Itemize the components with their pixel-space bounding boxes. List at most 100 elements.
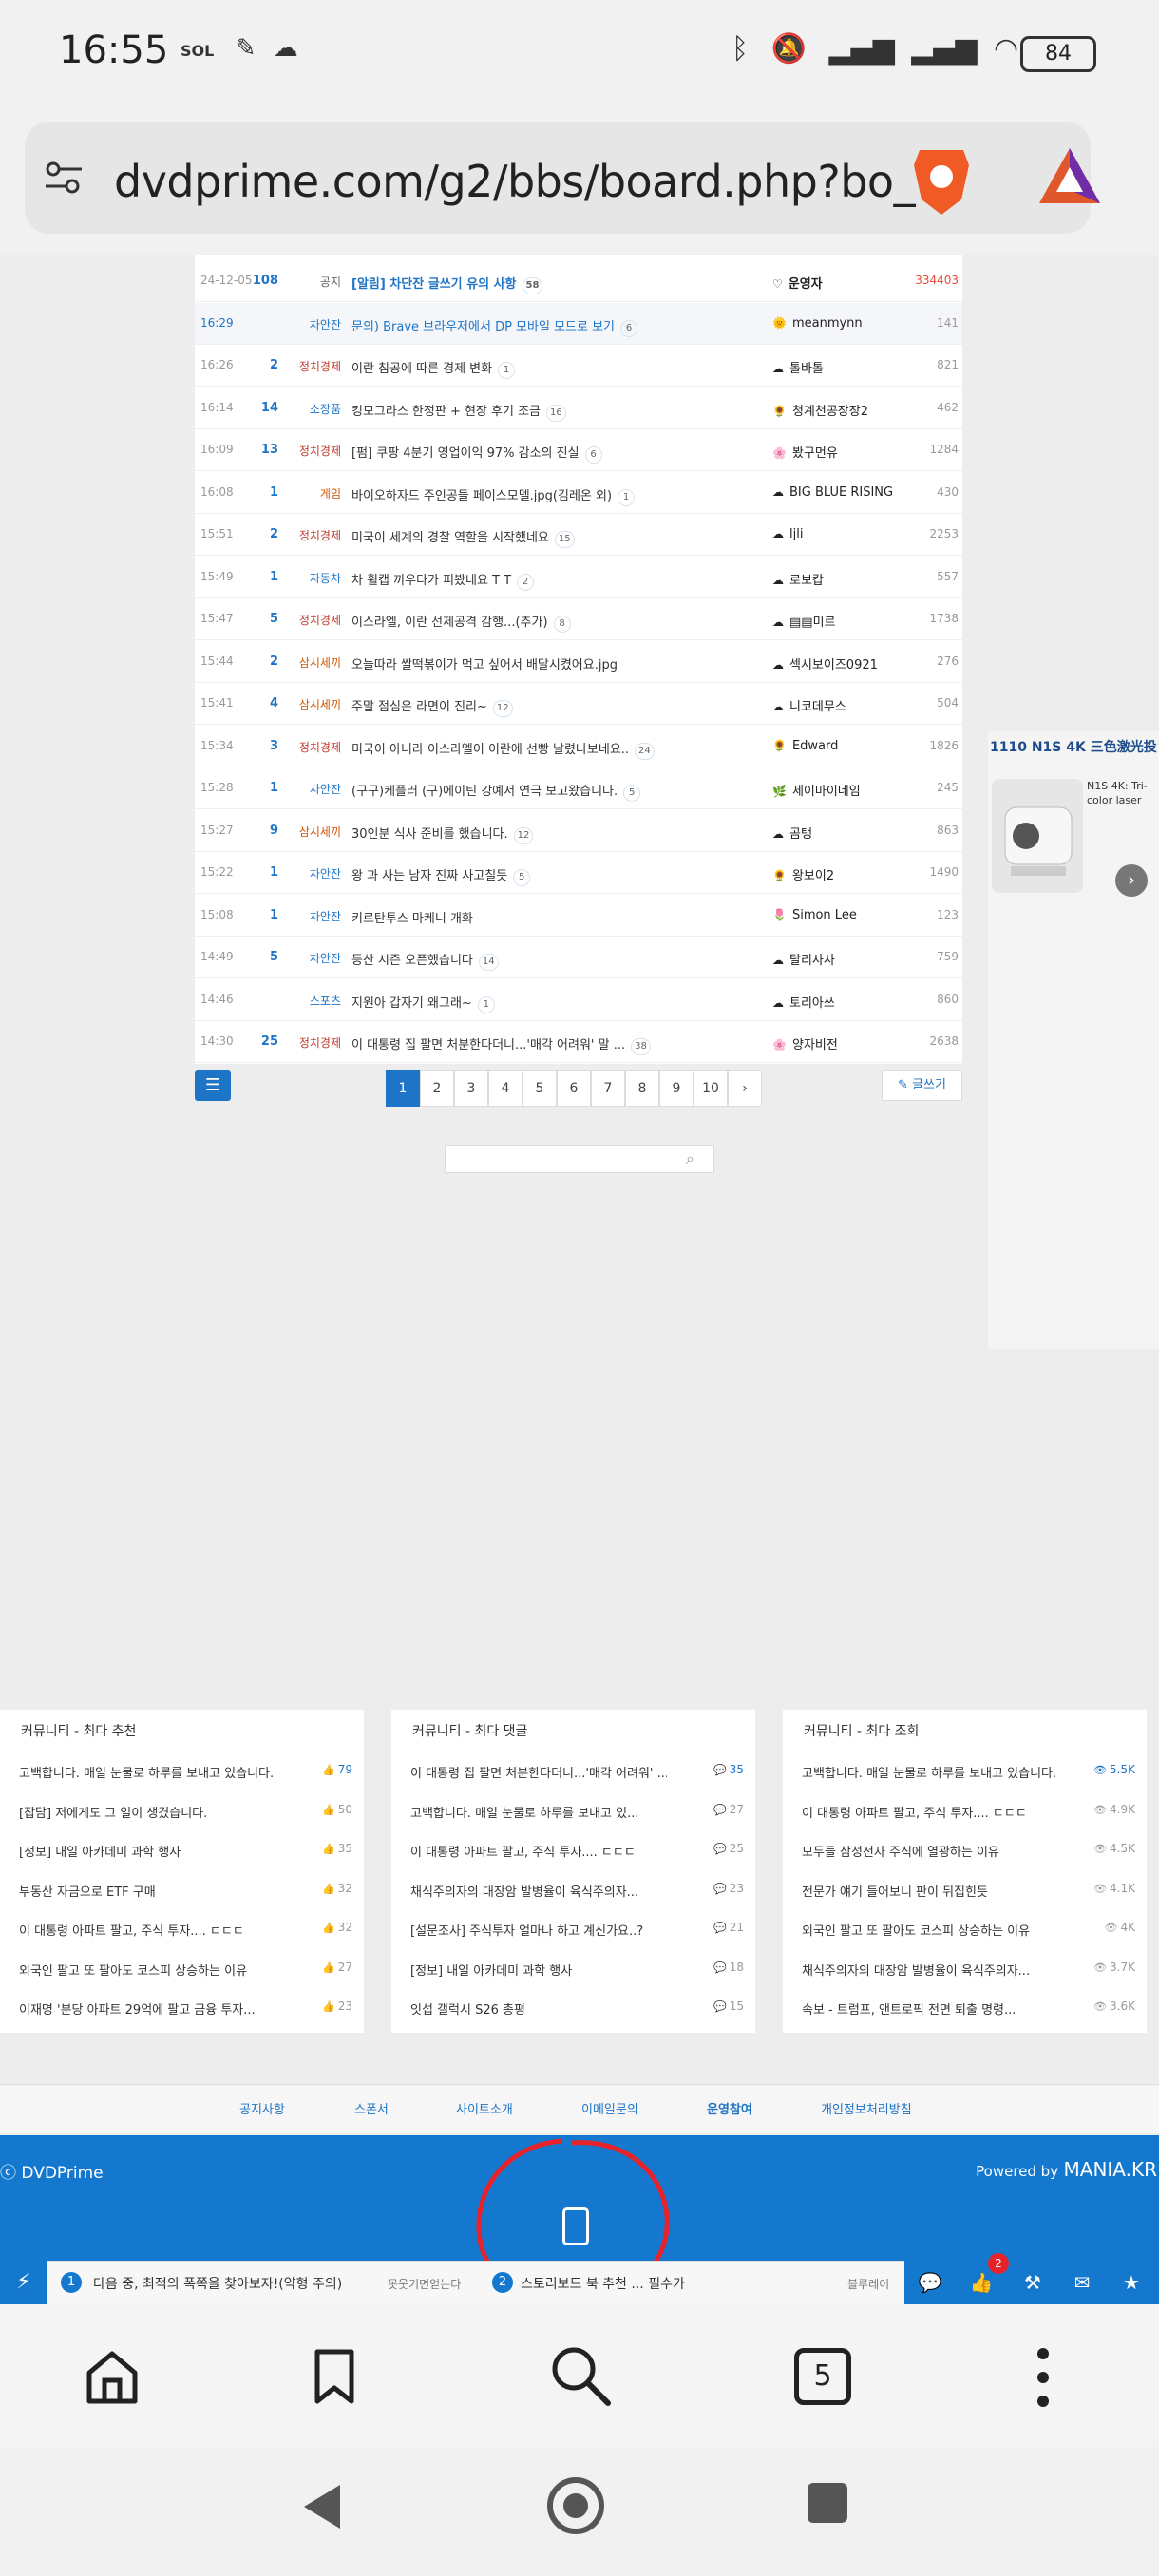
page-link[interactable]: 4	[488, 1070, 522, 1107]
ticker-item-2[interactable]: 스토리보드 북 추천 ... 필수가	[521, 2274, 685, 2293]
post-title[interactable]: 등산 시즌 오픈했습니다 14	[352, 950, 499, 971]
recents-icon[interactable]	[808, 2483, 847, 2523]
lightning-icon[interactable]: ⚡	[0, 2261, 48, 2304]
panel-item-title[interactable]: 이재명 '분당 아파트 29억에 팔고 금융 투자...	[19, 1999, 276, 2017]
brave-rewards-icon[interactable]	[1036, 144, 1104, 207]
panel-item-title[interactable]: 모두들 삼성전자 주식에 열광하는 이유	[802, 1842, 1058, 1860]
post-author[interactable]: 🌿 세이마이네임	[772, 781, 861, 799]
post-row[interactable]: 16:29 차안잔 문의) Brave 브라우저에서 DP 모바일 모드로 보기 6 🌞…	[195, 302, 962, 345]
back-icon[interactable]	[300, 2481, 344, 2536]
panel-item-title[interactable]: 채식주의자의 대장암 발병율이 육식주의자...	[802, 1960, 1058, 1979]
post-author[interactable]: ☁ BIG BLUE RISING	[772, 485, 893, 500]
home-icon[interactable]	[82, 2346, 142, 2407]
author-name[interactable]: 니코데무스	[789, 700, 846, 714]
post-title[interactable]: 주말 점심은 라면이 진리~ 12	[352, 696, 513, 717]
author-name[interactable]: 양자비전	[792, 1038, 838, 1052]
post-author[interactable]: ☁ 로보캅	[772, 570, 824, 588]
page-link[interactable]: 6	[557, 1070, 591, 1107]
page-link[interactable]: 8	[625, 1070, 659, 1107]
author-name[interactable]: 톨바톨	[789, 362, 824, 376]
panel-item-title[interactable]: 고백합니다. 매일 눈물로 하루를 보내고 있습니다.	[19, 1763, 276, 1781]
author-name[interactable]: meanmynn	[792, 316, 863, 331]
panel-item-title[interactable]: [잡담] 저에게도 그 일이 생겼습니다.	[19, 1803, 276, 1821]
tabs-button[interactable]: 5	[794, 2348, 851, 2405]
panel-item-title[interactable]: 이 대통령 집 팔면 처분한다더니...'매각 어려워' ...	[410, 1763, 667, 1781]
panel-item[interactable]: 외국인 팔고 또 팔아도 코스피 상승하는 이유 👁 4K	[783, 1917, 1147, 1956]
browser-search-icon[interactable]	[547, 2342, 614, 2409]
footer-link[interactable]: 사이트소개	[456, 2099, 513, 2117]
author-name[interactable]: 곰탱	[789, 827, 812, 842]
post-title-text[interactable]: 문의) Brave 브라우저에서 DP 모바일 모드로 보기	[352, 320, 615, 334]
post-author[interactable]: 🌻 왕보이2	[772, 865, 834, 883]
panel-item[interactable]: 고백합니다. 매일 눈물로 하루를 보내고 있습니다. 👁 5.5K	[783, 1759, 1147, 1798]
panel-item-title[interactable]: 외국인 팔고 또 팔아도 코스피 상승하는 이유	[802, 1921, 1058, 1939]
url-text[interactable]: dvdprime.com/g2/bbs/board.php?bo_	[114, 156, 916, 207]
post-title[interactable]: 왕 과 사는 남자 진짜 사고칠듯 5	[352, 865, 531, 886]
panel-item[interactable]: 전문가 얘기 들어보니 판이 뒤집힌듯 👁 4.1K	[783, 1878, 1147, 1917]
footer-link[interactable]: 이메일문의	[581, 2099, 638, 2117]
post-author[interactable]: ☁ 곰탱	[772, 824, 812, 842]
author-name[interactable]: ljli	[789, 527, 803, 541]
post-row[interactable]: 14:49 5 차안잔 등산 시즌 오픈했습니다 14 ☁ 탈리사사 759	[195, 937, 962, 978]
panel-item-title[interactable]: 속보 - 트럼프, 앤트로픽 전면 퇴출 명령...	[802, 1999, 1058, 2017]
post-title-text[interactable]: 킹모그라스 한정판 + 현장 후기 조금	[352, 405, 541, 419]
post-title[interactable]: (구구)케플러 (구)에이틴 강예서 연극 보고왔습니다. 5	[352, 781, 641, 802]
panel-item[interactable]: 잇섭 갤럭시 S26 총평 💬 15	[391, 1996, 755, 2035]
site-settings-icon[interactable]	[42, 156, 86, 199]
post-row[interactable]: 16:09 13 정치경제 [펌] 쿠팡 4분기 영업이익 97% 감소의 진실 6 🌸 봤…	[195, 429, 962, 471]
post-author[interactable]: ♡ 운영자	[772, 274, 823, 292]
chat-icon[interactable]: 💬	[916, 2268, 944, 2297]
post-row[interactable]: 15:44 2 삼시세끼 오늘따라 쌀떡볶이가 먹고 싶어서 배달시켰어요.jpg ☁ 섹…	[195, 641, 962, 683]
post-title-text[interactable]: 이 대통령 집 팔면 처분한다더니...'매각 어려워' 말 ...	[352, 1038, 625, 1052]
panel-item[interactable]: 고백합니다. 매일 눈물로 하루를 보내고 있습니다. 👍 79	[0, 1759, 364, 1798]
post-author[interactable]: 🌞 meanmynn	[772, 316, 863, 331]
post-title-text[interactable]: (구구)케플러 (구)에이틴 강예서 연극 보고왔습니다.	[352, 785, 618, 799]
post-author[interactable]: 🌸 양자비전	[772, 1034, 838, 1052]
post-title-text[interactable]: [펌] 쿠팡 4분기 영업이익 97% 감소의 진실	[352, 446, 580, 461]
panel-item[interactable]: 외국인 팔고 또 팔아도 코스피 상승하는 이유 👍 27	[0, 1957, 364, 1996]
star-icon[interactable]: ★	[1117, 2268, 1146, 2297]
panel-item[interactable]: 이 대통령 아파트 팔고, 주식 투자.... ㄷㄷㄷ 👍 32	[0, 1917, 364, 1956]
post-author[interactable]: ☁ 니코데무스	[772, 696, 846, 714]
post-title-text[interactable]: 차 휠캡 끼우다가 피봤네요 T T	[352, 574, 511, 588]
post-author[interactable]: ☁ 토리아쓰	[772, 993, 835, 1011]
post-row[interactable]: 14:46 스포츠 지원아 갑자기 왜그래~ 1 ☁ 토리아쓰 860	[195, 979, 962, 1021]
panel-item[interactable]: 채식주의자의 대장암 발병율이 육식주의자... 💬 23	[391, 1878, 755, 1917]
ticker-item-1[interactable]: 다음 중, 최적의 폭쪽을 찾아보자!(약형 주의)	[93, 2274, 342, 2293]
post-author[interactable]: 🌻 Edward	[772, 739, 838, 753]
gavel-icon[interactable]: ⚒	[1018, 2268, 1047, 2297]
footer-link[interactable]: 개인정보처리방침	[821, 2099, 912, 2117]
post-row[interactable]: 15:34 3 정치경제 미국이 아니라 이스라엘이 이란에 선빵 날렸나보네요.. 2…	[195, 726, 962, 767]
page-link[interactable]: 9	[659, 1070, 694, 1107]
home-system-icon[interactable]	[547, 2477, 604, 2534]
page-link[interactable]: 1	[386, 1070, 420, 1107]
post-title-text[interactable]: 바이오하자드 주인공들 페이스모델.jpg(김레온 외)	[352, 489, 612, 503]
author-name[interactable]: 토리아쓰	[789, 996, 835, 1011]
panel-item-title[interactable]: 채식주의자의 대장암 발병율이 육식주의자...	[410, 1882, 667, 1900]
post-title[interactable]: 지원아 갑자기 왜그래~ 1	[352, 993, 495, 1013]
post-title[interactable]: 차 휠캡 끼우다가 피봤네요 T T 2	[352, 570, 535, 591]
list-view-button[interactable]: ☰	[195, 1070, 231, 1101]
post-row[interactable]: 15:41 4 삼시세끼 주말 점심은 라면이 진리~ 12 ☁ 니코데무스 504	[195, 683, 962, 725]
post-title[interactable]: 미국이 세계의 경찰 역할을 시작했네요 15	[352, 527, 575, 548]
panel-item[interactable]: [정보] 내일 아카데미 과학 행사 👍 35	[0, 1838, 364, 1877]
post-title[interactable]: 이스라엘, 이란 선제공격 감행...(추가) 8	[352, 612, 571, 633]
post-title[interactable]: 이란 침공에 따른 경제 변화 1	[352, 358, 516, 379]
board-search-input[interactable]	[445, 1145, 714, 1173]
post-row[interactable]: 15:47 5 정치경제 이스라엘, 이란 선제공격 감행...(추가) 8 ☁ ▤▤미르 1…	[195, 598, 962, 640]
page-link[interactable]: 3	[454, 1070, 488, 1107]
post-title-text[interactable]: 30인분 식사 준비를 했습니다.	[352, 827, 508, 842]
like-icon[interactable]: 👍	[967, 2268, 996, 2297]
panel-item-title[interactable]: 잇섭 갤럭시 S26 총평	[410, 1999, 667, 2017]
post-title-text[interactable]: [알림] 차단잔 글쓰기 유의 사항	[352, 277, 517, 292]
post-title-text[interactable]: 미국이 세계의 경찰 역할을 시작했네요	[352, 531, 549, 545]
post-row[interactable]: 15:28 1 차안잔 (구구)케플러 (구)에이틴 강예서 연극 보고왔습니다. 5 🌿…	[195, 767, 962, 809]
post-row[interactable]: 16:26 2 정치경제 이란 침공에 따른 경제 변화 1 ☁ 톨바톨 821	[195, 345, 962, 387]
author-name[interactable]: 청계천공장장2	[792, 405, 868, 419]
author-name[interactable]: 세이마이네임	[792, 785, 861, 799]
post-row[interactable]: 14:30 25 정치경제 이 대통령 집 팔면 처분한다더니...'매각 어려워' …	[195, 1021, 962, 1063]
author-name[interactable]: BIG BLUE RISING	[789, 485, 893, 500]
panel-item[interactable]: [설문조사] 주식투자 얼마나 하고 계신가요..? 💬 21	[391, 1917, 755, 1956]
author-name[interactable]: 왕보이2	[792, 869, 834, 883]
panel-item-title[interactable]: [설문조사] 주식투자 얼마나 하고 계신가요..?	[410, 1921, 667, 1939]
